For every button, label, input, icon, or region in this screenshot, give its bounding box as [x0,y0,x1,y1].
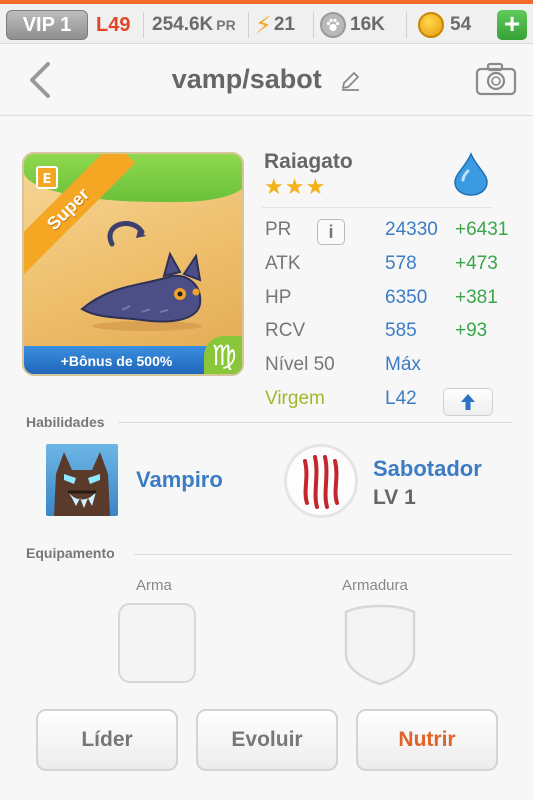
pr-unit: PR [216,17,236,33]
zodiac-label: Virgem [265,388,325,409]
vip-badge[interactable]: VIP 1 [6,10,88,40]
equipment-section-label: Equipamento [26,545,115,561]
stat-value: 6350 [385,287,428,308]
pet-card[interactable]: Super E +Bônus de 500% ♍ [22,152,244,376]
stat-bonus: +473 [455,253,498,274]
pet-species-name: Raiagato [264,150,353,173]
stat-bonus: +6431 [455,219,509,240]
add-currency-button[interactable]: + [497,10,527,40]
paw-counter[interactable]: 16K [320,10,385,40]
paw-icon [320,12,346,38]
stat-bonus: +381 [455,287,498,308]
divider [406,12,407,38]
bonus-text: +Bônus de 500% [60,353,173,369]
ability-name-vampiro[interactable]: Vampiro [136,467,223,493]
abilities-section-label: Habilidades [26,414,105,430]
water-drop-icon [454,152,488,196]
stat-label: Nível 50 [265,354,335,375]
stat-row-pr: PR i 24330 +6431 [265,219,515,249]
feed-button[interactable]: Nutrir [356,709,498,771]
pencil-icon[interactable] [339,70,361,92]
nav-bar: vamp/sabot [0,44,533,116]
stat-value: Máx [385,354,421,375]
card-document-icon[interactable]: E [34,164,60,190]
stat-row-hp: HP 6350 +381 [265,287,515,317]
stat-label: PR [265,219,292,240]
section-divider [118,422,512,423]
pr-value: 254.6K [152,14,214,35]
zodiac-level: L42 [385,388,417,409]
paw-value: 16K [350,14,385,35]
stat-row-level: Nível 50 Máx [265,354,515,384]
virgo-zodiac-icon: ♍ [204,336,242,374]
pet-image [80,221,202,331]
divider [143,12,144,38]
lightning-bolt-icon: ⚡ [255,11,272,39]
section-divider [134,554,512,555]
coin-icon [418,12,444,38]
player-pr: 254.6K PR [152,10,236,40]
armor-label: Armadura [342,577,408,594]
page-title[interactable]: vamp/sabot [0,64,533,95]
star-rating: ★★★ [264,174,327,199]
stat-row-sign: Virgem L42 [265,388,515,418]
stat-value: 585 [385,320,417,341]
info-button[interactable]: i [317,219,345,245]
divider [248,12,249,38]
pet-nickname: vamp/sabot [171,64,322,94]
armor-slot[interactable] [342,600,418,686]
evolve-button[interactable]: Evoluir [196,709,338,771]
stats-divider [262,207,492,208]
stat-row-atk: ATK 578 +473 [265,253,515,283]
coin-value: 54 [450,14,472,35]
weapon-slot[interactable] [118,603,196,683]
stat-value: 578 [385,253,417,274]
claw-scratch-icon[interactable] [284,444,358,518]
status-bar: VIP 1 L49 254.6K PR ⚡ 21 16K 54 + [0,0,533,44]
vampire-ability-icon[interactable] [46,444,118,516]
stat-row-rcv: RCV 585 +93 [265,320,515,350]
stat-bonus: +93 [455,320,488,341]
energy-value: 21 [273,14,295,35]
leader-button[interactable]: Líder [36,709,178,771]
stat-label: ATK [265,253,301,274]
stat-label: HP [265,287,292,308]
ability-name-sabotador[interactable]: Sabotador [373,456,482,482]
upgrade-button[interactable] [443,388,493,416]
camera-icon[interactable] [475,62,517,96]
energy-counter[interactable]: ⚡ 21 [255,10,295,40]
divider [313,12,314,38]
svg-text:E: E [43,172,52,187]
weapon-label: Arma [136,577,172,594]
coin-counter[interactable]: 54 [418,10,471,40]
stat-label: RCV [265,320,306,341]
ability-level: LV 1 [373,486,416,509]
arrow-up-icon [461,394,475,410]
player-level: L49 [96,13,131,36]
stat-value: 24330 [385,219,438,240]
